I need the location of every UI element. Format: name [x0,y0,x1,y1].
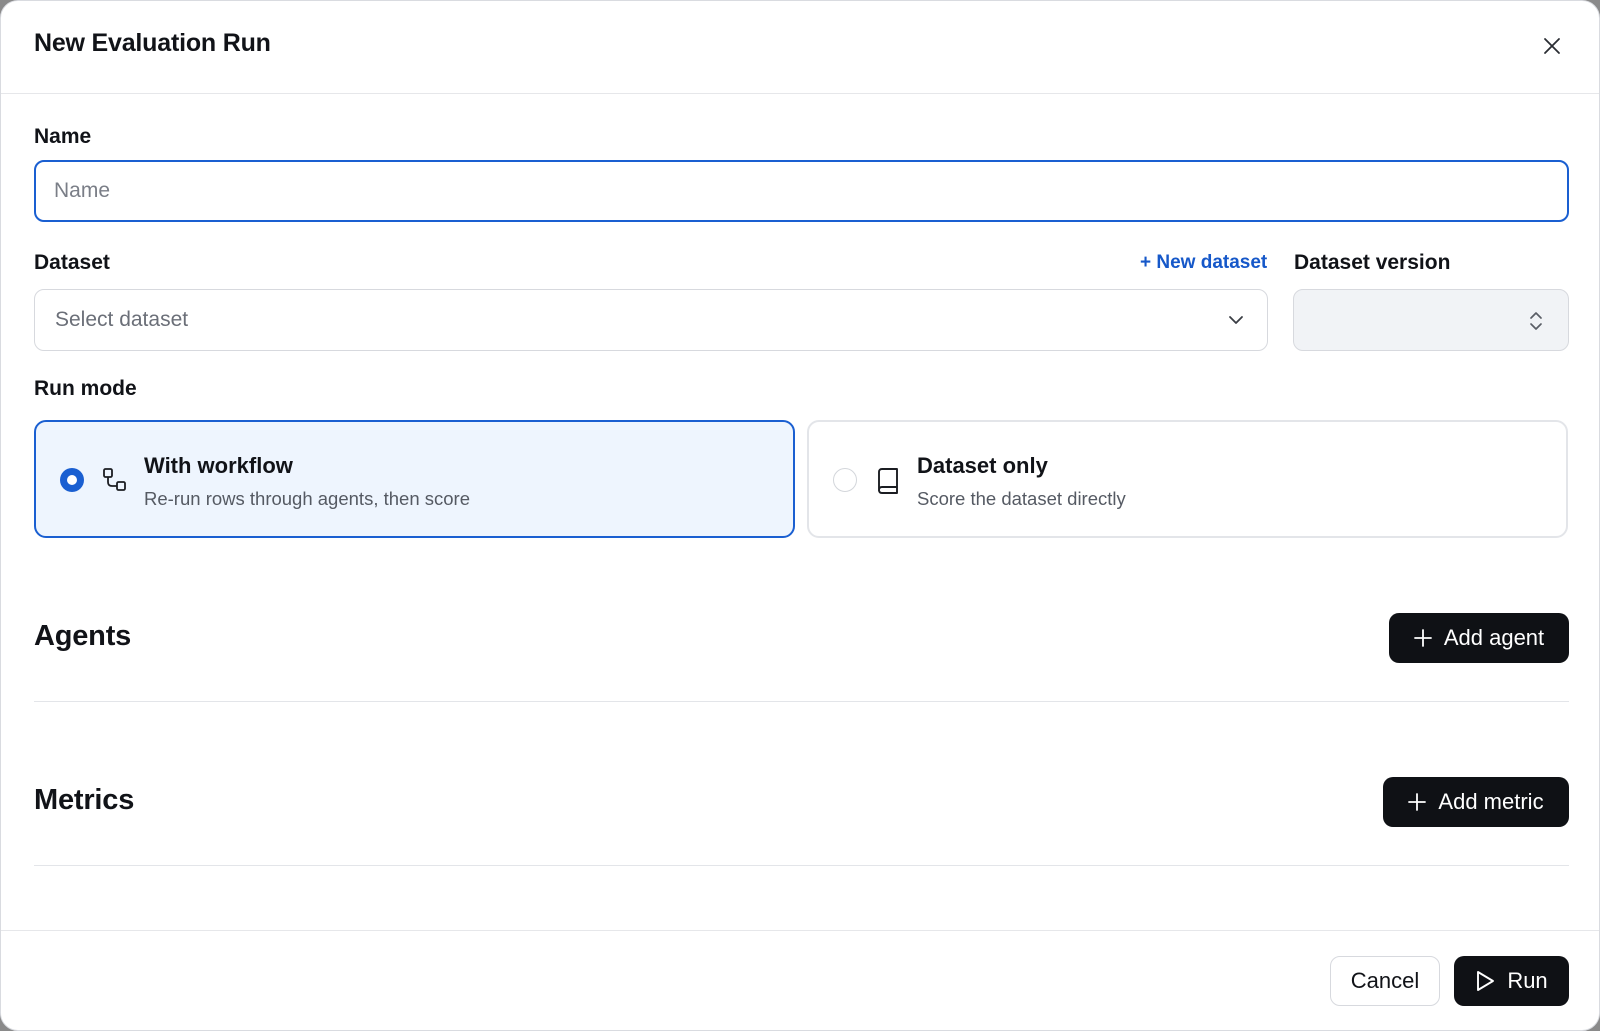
dataset-select[interactable]: Select dataset [34,289,1268,351]
name-label: Name [34,125,92,148]
new-dataset-link[interactable]: + New dataset [1140,252,1267,274]
name-input[interactable] [34,160,1569,222]
add-agent-label: Add agent [1443,625,1545,650]
workflow-icon [103,468,126,491]
dataset-version-label: Dataset version [1294,251,1451,274]
close-icon [1544,38,1560,54]
cancel-button[interactable]: Cancel [1330,956,1440,1006]
dataset-label: Dataset [34,251,110,274]
dataset-version-select[interactable] [1293,289,1569,351]
metrics-divider [34,865,1569,866]
chevron-up-down-icon [1530,312,1542,330]
footer-divider [1,930,1599,931]
chevron-down-icon [1229,316,1243,324]
close-button[interactable] [1538,32,1566,60]
book-icon [878,468,898,494]
run-button[interactable]: Run [1454,956,1569,1006]
play-icon [1477,971,1495,991]
dialog-title: New Evaluation Run [34,29,271,57]
run-mode-dataset-only[interactable]: Dataset only Score the dataset directly [807,420,1568,538]
run-mode-with-workflow[interactable]: With workflow Re-run rows through agents… [34,420,795,538]
metrics-title: Metrics [34,784,135,816]
agents-title: Agents [34,620,132,652]
mode-title: Dataset only [917,453,1048,478]
radio-unselected[interactable] [833,468,857,492]
plus-icon [1413,629,1432,647]
add-agent-button[interactable]: Add agent [1389,613,1569,663]
run-mode-label: Run mode [34,377,137,400]
add-metric-label: Add metric [1438,789,1544,814]
dialog-header: New Evaluation Run [1,1,1599,94]
run-label: Run [1507,968,1548,993]
dataset-select-placeholder: Select dataset [55,308,189,331]
mode-title: With workflow [144,453,293,478]
radio-selected[interactable] [60,468,84,492]
add-metric-button[interactable]: Add metric [1383,777,1569,827]
new-evaluation-run-dialog: New Evaluation Run Name Dataset + New da… [0,0,1600,1031]
plus-icon [1408,793,1427,811]
mode-description: Re-run rows through agents, then score [144,488,470,509]
mode-description: Score the dataset directly [917,488,1126,509]
agents-divider [34,701,1569,702]
